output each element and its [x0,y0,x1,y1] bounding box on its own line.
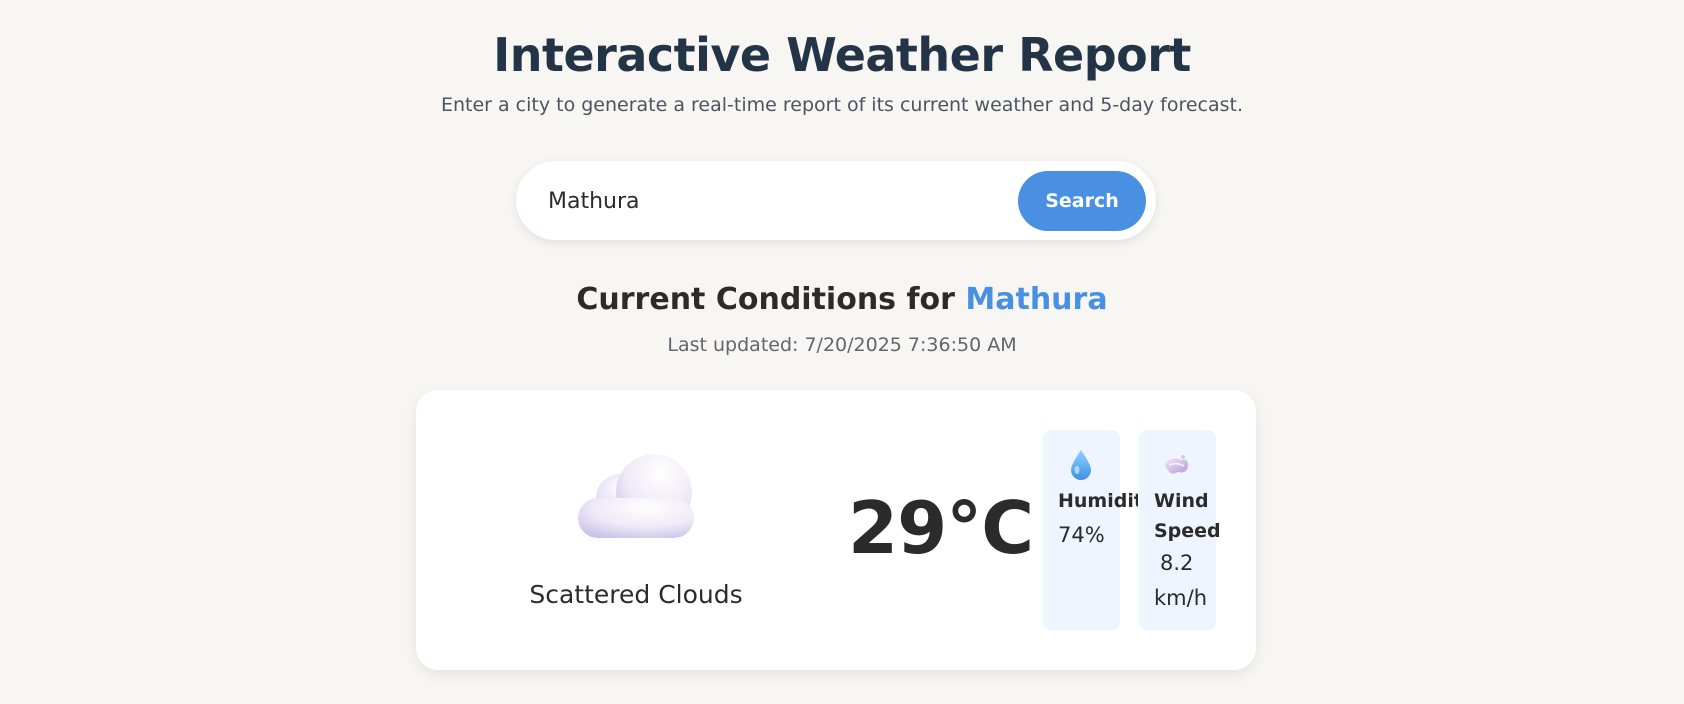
wind-speed-value: 8.2 km/h [1154,551,1208,610]
search-button[interactable]: Search [1018,171,1146,231]
conditions-heading: Current Conditions for Mathura [0,280,1684,320]
cloud-icon [578,454,694,538]
humidity-value: 74% [1058,523,1105,547]
current-weather-card: Scattered Clouds 29°C Humidity 74% [416,390,1256,670]
wind-speed-label: Wind Speed [1154,490,1221,542]
wind-icon [1165,455,1189,474]
humidity-label: Humidity [1058,490,1138,512]
conditions-heading-prefix: Current Conditions for [576,282,955,317]
droplet-icon [1071,450,1091,480]
city-name: Mathura [965,282,1108,317]
search-bar: Search [516,161,1156,240]
page-subtitle: Enter a city to generate a real-time rep… [440,94,1244,116]
wind-stat: Wind Speed 8.2 km/h [1139,430,1221,630]
city-search-input[interactable] [546,177,1020,225]
last-updated-text: Last updated: 7/20/2025 7:36:50 AM [667,334,1017,356]
page-title: Interactive Weather Report [493,28,1191,82]
temperature-value: 29°C [848,486,1034,570]
humidity-stat: Humidity 74% [1043,430,1138,630]
weather-report-page: Interactive Weather Report Enter a city … [0,0,1684,704]
weather-description: Scattered Clouds [529,580,743,609]
